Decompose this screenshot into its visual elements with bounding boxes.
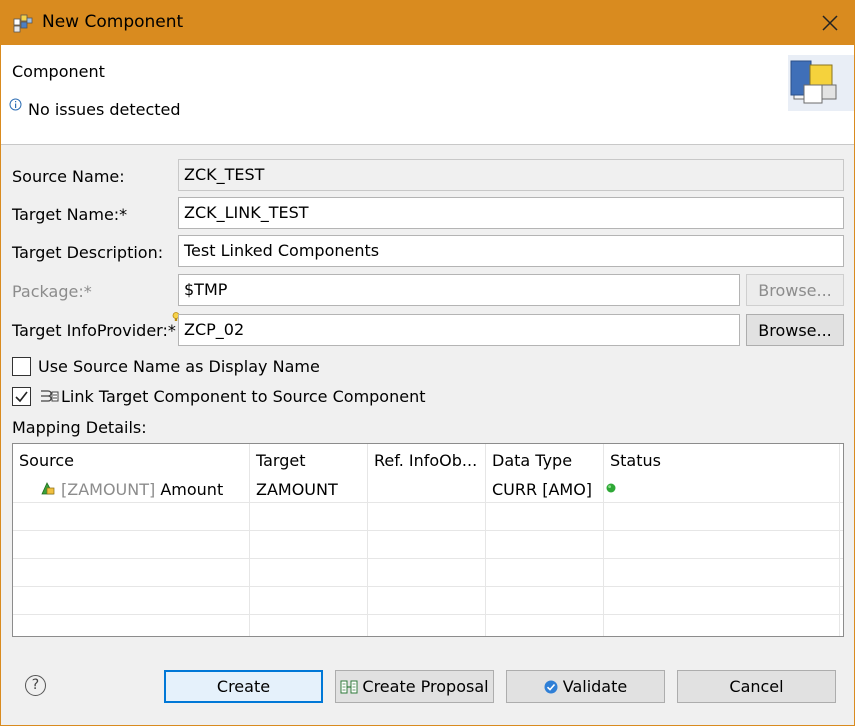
- proposal-icon: [340, 680, 358, 693]
- source-field-key: [ZAMOUNT]: [61, 480, 156, 499]
- close-icon: [822, 15, 838, 31]
- target-name-label: Target Name:*: [12, 205, 128, 224]
- new-component-dialog: New Component Component No issues detect…: [0, 0, 855, 726]
- component-banner-icon: [788, 55, 854, 111]
- mapping-table[interactable]: Source Target Ref. InfoOb... Data Type S…: [12, 443, 844, 637]
- link-component-icon: [41, 390, 59, 402]
- validate-label: Validate: [562, 677, 628, 696]
- link-target-checkbox[interactable]: [12, 387, 31, 406]
- column-header-status[interactable]: Status: [610, 451, 661, 470]
- create-proposal-label: Create Proposal: [362, 677, 489, 696]
- target-cell: ZAMOUNT: [256, 480, 338, 499]
- status-ok-icon: [606, 483, 616, 493]
- status-message: No issues detected: [28, 100, 181, 119]
- column-header-target[interactable]: Target: [256, 451, 306, 470]
- help-icon[interactable]: ?: [25, 675, 46, 696]
- source-name-field: ZCK_TEST: [178, 159, 844, 191]
- component-wizard-icon: [13, 14, 33, 33]
- key-figure-icon: [41, 482, 55, 495]
- package-input[interactable]: $TMP: [178, 274, 740, 306]
- column-header-source[interactable]: Source: [19, 451, 74, 470]
- wizard-header: Component No issues detected: [1, 45, 854, 145]
- use-source-name-checkbox[interactable]: [12, 357, 31, 376]
- window-title: New Component: [42, 12, 184, 32]
- target-infoprovider-input[interactable]: ZCP_02: [178, 314, 740, 346]
- link-target-label[interactable]: Link Target Component to Source Componen…: [61, 387, 426, 406]
- page-title: Component: [12, 62, 105, 81]
- create-proposal-button[interactable]: Create Proposal: [335, 670, 494, 703]
- package-browse-button[interactable]: Browse...: [746, 274, 844, 306]
- mapping-details-label: Mapping Details:: [12, 418, 147, 437]
- target-description-label: Target Description:: [12, 243, 164, 262]
- data-type-cell: CURR [AMO]: [492, 480, 593, 499]
- info-icon: [9, 98, 22, 111]
- validate-check-icon: [544, 680, 558, 693]
- title-bar[interactable]: New Component: [1, 1, 854, 45]
- cancel-button[interactable]: Cancel: [677, 670, 836, 703]
- package-label: Package:*: [12, 282, 92, 301]
- source-field-name: Amount: [160, 480, 224, 499]
- target-description-input[interactable]: Test Linked Components: [178, 235, 844, 267]
- validate-button[interactable]: Validate: [506, 670, 665, 703]
- close-button[interactable]: [807, 1, 853, 45]
- checkmark-icon: [15, 391, 28, 403]
- target-infoprovider-label: Target InfoProvider:*: [12, 321, 176, 340]
- target-name-input[interactable]: ZCK_LINK_TEST: [178, 197, 844, 229]
- column-header-data-type[interactable]: Data Type: [492, 451, 572, 470]
- column-header-ref-infoobject[interactable]: Ref. InfoOb...: [374, 451, 477, 470]
- use-source-name-label[interactable]: Use Source Name as Display Name: [38, 357, 320, 376]
- source-name-label: Source Name:: [12, 167, 125, 186]
- create-button[interactable]: Create: [164, 670, 323, 703]
- infoprovider-browse-button[interactable]: Browse...: [746, 314, 844, 346]
